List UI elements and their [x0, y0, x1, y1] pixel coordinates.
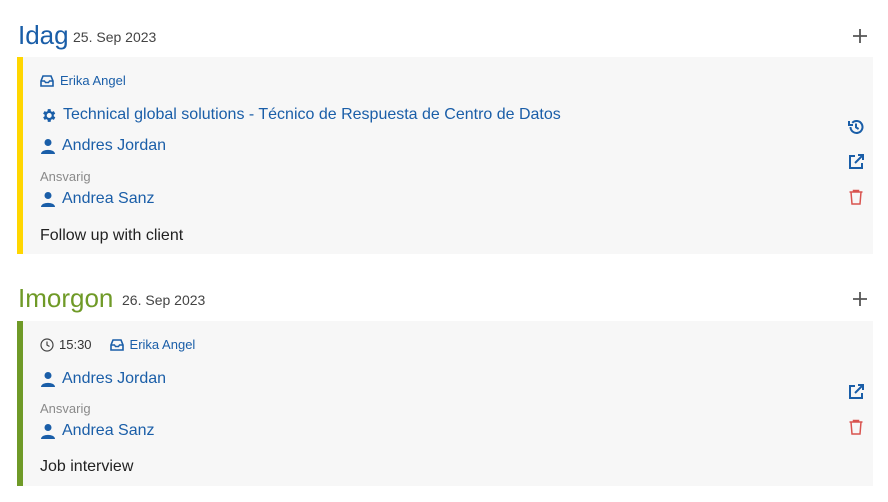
owner-row: Erika Angel	[40, 73, 126, 88]
day-title: Imorgon	[18, 283, 114, 313]
clock-icon	[40, 337, 54, 352]
user-icon	[41, 424, 55, 439]
day-header-today: Idag 25. Sep 2023	[18, 12, 874, 52]
responsible-link[interactable]: Andrea Sanz	[62, 190, 155, 208]
contact-link[interactable]: Andres Jordan	[62, 370, 166, 388]
meta-row: 15:30 Erika Angel	[40, 337, 195, 352]
task-note: Follow up with client	[40, 227, 184, 244]
contact-link[interactable]: Andres Jordan	[62, 137, 166, 155]
contact-row: Andres Jordan	[40, 137, 166, 155]
company-link[interactable]: Technical global solutions - Técnico de …	[63, 106, 561, 124]
delete-button[interactable]	[847, 418, 865, 436]
day-title: Idag	[18, 20, 69, 50]
open-button[interactable]	[847, 383, 865, 401]
accent-bar	[17, 57, 23, 254]
day-date: 26. Sep 2023	[122, 292, 206, 308]
inbox-icon	[40, 74, 54, 87]
plus-icon	[853, 292, 867, 306]
external-link-icon	[849, 384, 864, 399]
open-button[interactable]	[847, 153, 865, 171]
day-date: 25. Sep 2023	[73, 29, 157, 45]
history-button[interactable]	[847, 118, 865, 136]
user-icon	[41, 139, 55, 154]
task-card: Erika Angel Technical global solutions -…	[17, 57, 873, 254]
responsible-label: Ansvarig	[40, 169, 91, 184]
time-value: 15:30	[59, 337, 92, 352]
history-icon	[848, 120, 864, 134]
owner-row: Erika Angel	[109, 337, 196, 352]
add-task-button[interactable]	[850, 289, 870, 309]
day-header-tomorrow: Imorgon 26. Sep 2023	[18, 275, 874, 315]
gear-icon	[43, 108, 56, 122]
responsible-row: Andrea Sanz	[40, 422, 155, 440]
trash-icon	[849, 419, 863, 435]
responsible-row: Andrea Sanz	[40, 190, 155, 208]
user-icon	[41, 372, 55, 387]
task-note: Job interview	[40, 458, 134, 475]
task-card: 15:30 Erika Angel Andres Jordan Ansvarig…	[17, 321, 873, 486]
external-link-icon	[849, 154, 864, 169]
responsible-label: Ansvarig	[40, 401, 91, 416]
add-task-button[interactable]	[850, 26, 870, 46]
task-time: 15:30	[40, 337, 92, 352]
contact-row: Andres Jordan	[40, 370, 166, 388]
user-icon	[41, 192, 55, 207]
owner-link[interactable]: Erika Angel	[60, 73, 126, 88]
company-row: Technical global solutions - Técnico de …	[40, 106, 561, 124]
accent-bar	[17, 321, 23, 486]
delete-button[interactable]	[847, 188, 865, 206]
responsible-link[interactable]: Andrea Sanz	[62, 422, 155, 440]
owner-link[interactable]: Erika Angel	[130, 337, 196, 352]
trash-icon	[849, 189, 863, 205]
plus-icon	[853, 29, 867, 43]
inbox-icon	[109, 338, 124, 351]
